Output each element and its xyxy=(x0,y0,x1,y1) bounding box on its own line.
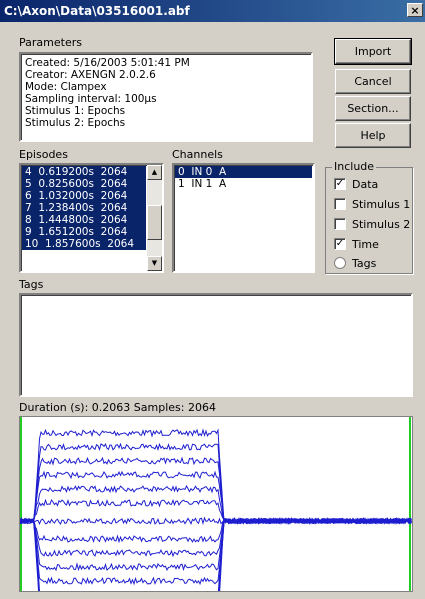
checkbox-checked-icon: ✓ xyxy=(334,178,346,190)
episode-row[interactable]: 8 1.444800s 2064 xyxy=(22,214,146,226)
waveform-trace xyxy=(20,517,412,591)
stimulus2-checkbox[interactable]: Stimulus 2 xyxy=(334,217,410,231)
checkbox-checked-icon: ✓ xyxy=(334,238,346,250)
episode-row[interactable]: 6 1.032000s 2064 xyxy=(22,190,146,202)
stimulus1-checkbox-label: Stimulus 1 xyxy=(352,197,411,211)
close-icon[interactable]: × xyxy=(407,3,423,17)
episode-row[interactable]: 4 0.619200s 2064 xyxy=(22,166,146,178)
title-bar: C:\Axon\Data\03516001.abf × xyxy=(0,0,425,22)
episode-row[interactable]: 7 1.238400s 2064 xyxy=(22,202,146,214)
waveform-trace xyxy=(20,484,412,525)
stimulus2-checkbox-label: Stimulus 2 xyxy=(352,217,411,231)
channel-row[interactable]: 1 IN 1 A xyxy=(175,178,312,190)
episodes-label: Episodes xyxy=(19,148,68,161)
channels-list[interactable]: 0 IN 0 A 1 IN 1 A xyxy=(172,163,315,273)
channels-label: Channels xyxy=(172,148,223,161)
episode-row[interactable]: 5 0.825600s 2064 xyxy=(22,178,146,190)
waveform-trace xyxy=(20,517,412,558)
section-button[interactable]: Section... xyxy=(335,96,411,121)
data-checkbox[interactable]: ✓ Data xyxy=(334,177,378,191)
parameter-line: Stimulus 2: Epochs xyxy=(25,117,126,129)
parameter-line: Stimulus 1: Epochs xyxy=(25,105,126,117)
episodes-list[interactable]: 4 0.619200s 2064 5 0.825600s 2064 6 1.03… xyxy=(19,163,164,273)
parameter-line: Mode: Clampex xyxy=(25,81,107,93)
stimulus1-checkbox[interactable]: Stimulus 1 xyxy=(334,197,410,211)
parameter-line: Sampling interval: 100µs xyxy=(25,93,157,105)
tags-box[interactable] xyxy=(19,293,413,397)
channel-row[interactable]: 0 IN 0 A xyxy=(175,166,312,178)
waveform-trace xyxy=(20,517,412,591)
waveform-svg xyxy=(20,417,412,591)
scroll-up-icon[interactable]: ▲ xyxy=(147,165,162,180)
parameters-label: Parameters xyxy=(19,36,82,49)
include-group: Include ✓ Data Stimulus 1 Stimulus 2 ✓ T… xyxy=(325,160,413,274)
time-checkbox[interactable]: ✓ Time xyxy=(334,237,379,251)
duration-samples-info: Duration (s): 0.2063 Samples: 2064 xyxy=(19,401,216,414)
radio-empty-icon xyxy=(334,257,346,269)
waveform-trace xyxy=(20,517,412,572)
data-checkbox-label: Data xyxy=(352,177,379,191)
window-title: C:\Axon\Data\03516001.abf xyxy=(4,4,190,18)
scroll-down-icon[interactable]: ▼ xyxy=(147,256,162,271)
episode-row[interactable]: 9 1.651200s 2064 xyxy=(22,226,146,238)
import-button[interactable]: Import xyxy=(334,38,412,65)
waveform-trace xyxy=(20,442,412,526)
tags-radio-label: Tags xyxy=(352,256,377,270)
episode-row[interactable]: 10 1.857600s 2064 xyxy=(22,238,146,250)
scroll-thumb[interactable] xyxy=(147,205,162,240)
waveform-trace xyxy=(20,517,412,591)
tags-radio[interactable]: Tags xyxy=(334,256,376,270)
episodes-scrollbar[interactable]: ▲ ▼ xyxy=(147,165,162,271)
include-label: Include xyxy=(332,160,377,173)
checkbox-empty-icon xyxy=(334,198,346,210)
time-checkbox-label: Time xyxy=(352,237,379,251)
waveform-trace xyxy=(20,470,412,525)
parameters-box: Created: 5/16/2003 5:01:41 PM Creator: A… xyxy=(19,52,313,142)
checkbox-empty-icon xyxy=(334,218,346,230)
waveform-trace xyxy=(20,456,412,525)
parameter-line: Created: 5/16/2003 5:01:41 PM xyxy=(25,57,190,69)
tags-label: Tags xyxy=(19,278,44,291)
cancel-button[interactable]: Cancel xyxy=(335,69,411,94)
parameter-line: Creator: AXENGN 2.0.2.6 xyxy=(25,69,156,81)
help-button[interactable]: Help xyxy=(335,123,411,148)
waveform-preview xyxy=(19,416,413,592)
